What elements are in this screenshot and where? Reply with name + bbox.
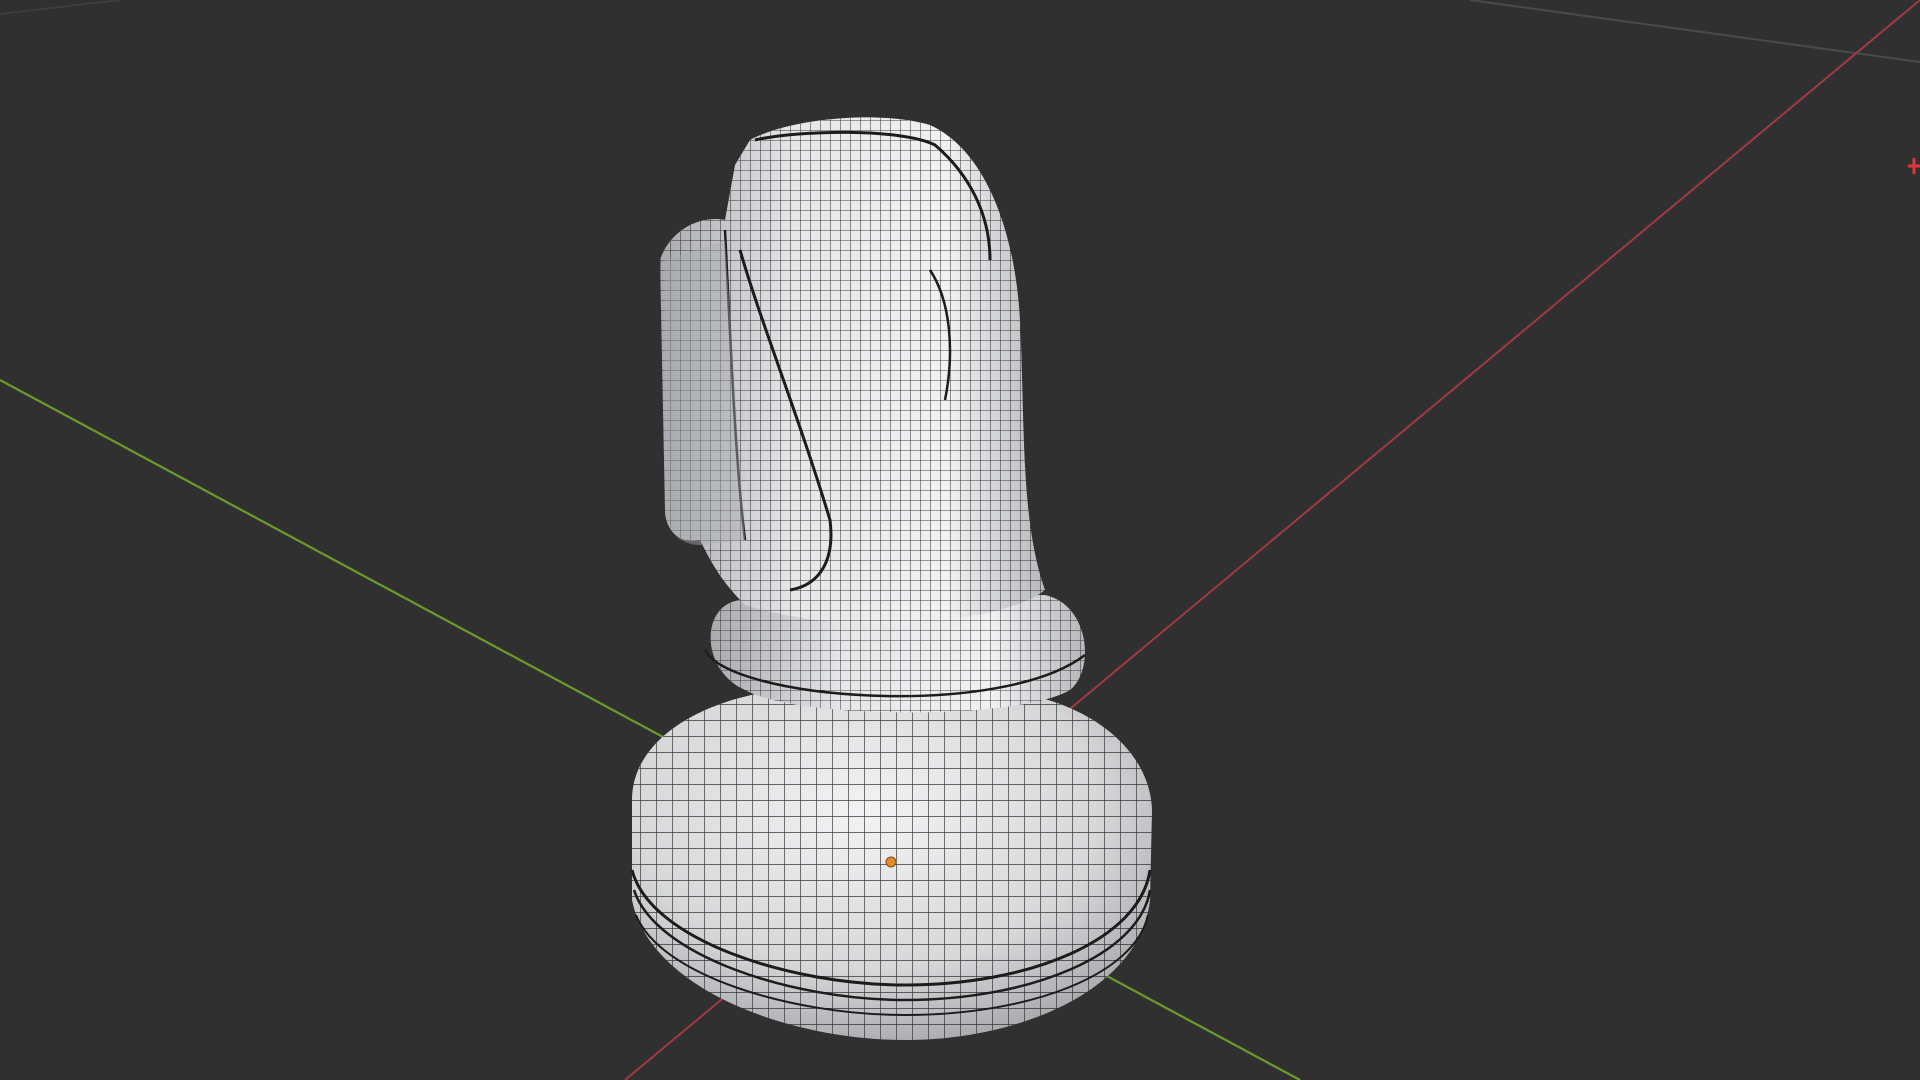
object-origin-dot[interactable] [885, 856, 897, 868]
mesh-head [660, 117, 1045, 624]
3d-cursor-icon[interactable] [1908, 158, 1920, 174]
grid-line [0, 0, 121, 15]
grid-line [1469, 0, 1920, 63]
chess-knight-mesh[interactable] [630, 117, 1152, 1040]
3d-viewport[interactable] [0, 0, 1920, 1080]
viewport-scene[interactable] [0, 0, 1920, 1080]
